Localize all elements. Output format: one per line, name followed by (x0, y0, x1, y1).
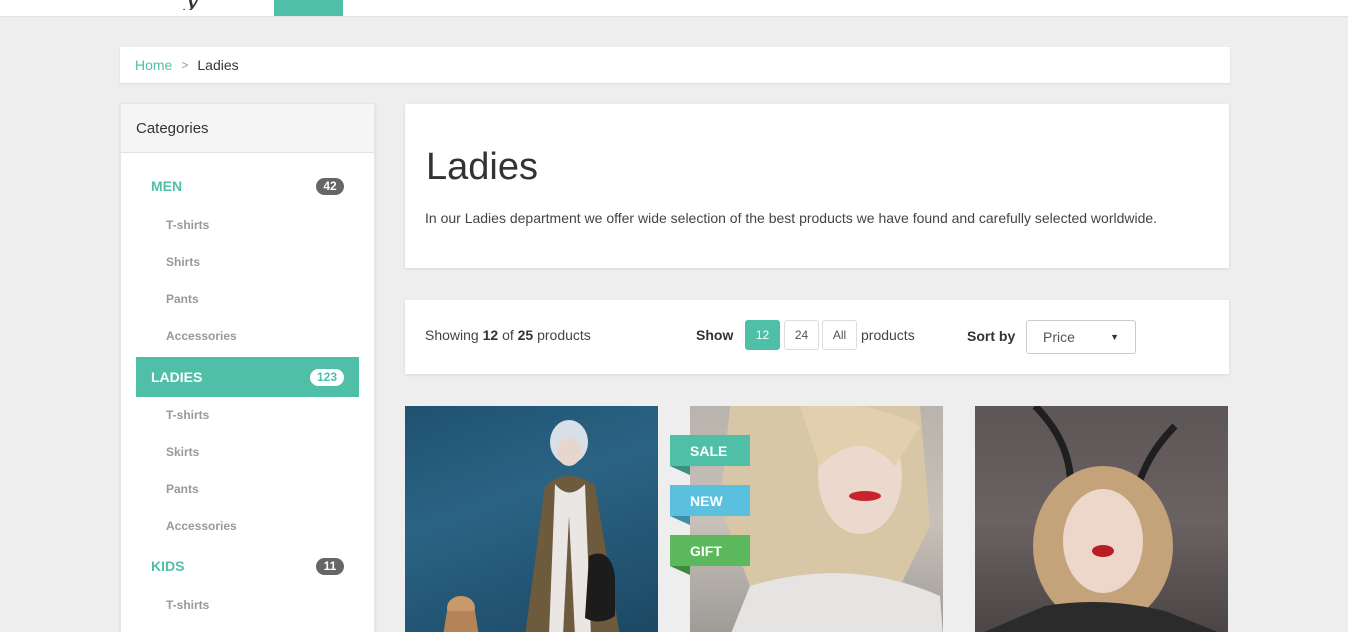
category-label: MEN (151, 178, 183, 194)
breadcrumb: Home > Ladies (120, 47, 1230, 83)
showing-suffix: products (537, 327, 591, 343)
category-description: In our Ladies department we offer wide s… (425, 210, 1158, 226)
products-toolbar: Showing 12 of 25 products Show 12 24 All… (405, 300, 1229, 374)
category-ladies[interactable]: LADIES 123 (136, 357, 359, 397)
category-count-badge: 42 (316, 177, 344, 195)
breadcrumb-separator: > (181, 58, 189, 72)
category-count-badge: 123 (309, 368, 344, 386)
subcategory-ladies-pants[interactable]: Pants (166, 482, 199, 496)
new-ribbon: NEW (670, 485, 750, 525)
page-size-12-button[interactable]: 12 (745, 320, 780, 350)
category-header-box: Ladies In our Ladies department we offer… (405, 104, 1229, 268)
page-size-24-button[interactable]: 24 (784, 320, 819, 350)
products-label: products (861, 327, 915, 343)
page-size-all-button[interactable]: All (822, 320, 857, 350)
product-photo-woman-fur-coat (443, 420, 620, 632)
breadcrumb-home-link[interactable]: Home (135, 57, 172, 73)
showing-prefix: Showing (425, 327, 479, 343)
top-navbar: y (0, 0, 1348, 17)
showing-of: of (502, 327, 514, 343)
product-image[interactable] (975, 406, 1228, 632)
nav-item-active[interactable] (274, 0, 343, 16)
showing-count: 12 (482, 327, 499, 343)
categories-title: Categories (121, 104, 374, 153)
products-count-text: Showing 12 of 25 products (425, 327, 591, 343)
sale-ribbon: SALE (670, 435, 750, 475)
logo[interactable]: y (150, 0, 220, 10)
subcategory-ladies-skirts[interactable]: Skirts (166, 445, 199, 459)
category-men[interactable]: MEN 42 (136, 166, 359, 206)
subcategory-men-tshirts[interactable]: T-shirts (166, 218, 209, 232)
subcategory-kids-tshirts[interactable]: T-shirts (166, 598, 209, 612)
sort-label: Sort by (967, 328, 1016, 344)
show-label: Show (696, 327, 734, 343)
category-count-badge: 11 (316, 557, 344, 575)
sort-select-value: Price (1043, 329, 1075, 345)
category-kids[interactable]: KIDS 11 (136, 546, 359, 586)
subcategory-men-pants[interactable]: Pants (166, 292, 199, 306)
subcategory-ladies-tshirts[interactable]: T-shirts (166, 408, 209, 422)
showing-total: 25 (517, 327, 534, 343)
gift-ribbon: GIFT (670, 535, 750, 575)
chevron-down-icon: ▼ (1110, 332, 1119, 342)
breadcrumb-current: Ladies (197, 57, 239, 73)
categories-panel: Categories MEN 42 T-shirts Shirts Pants … (120, 103, 375, 632)
page-title: Ladies (426, 146, 538, 188)
category-label: KIDS (151, 558, 185, 574)
product-image[interactable] (405, 406, 658, 632)
category-label: LADIES (151, 369, 203, 385)
subcategory-men-accessories[interactable]: Accessories (166, 329, 237, 343)
sort-select[interactable]: Price ▼ (1026, 320, 1136, 354)
product-photo-woman-bunny-ears (984, 406, 1218, 632)
subcategory-ladies-accessories[interactable]: Accessories (166, 519, 237, 533)
subcategory-men-shirts[interactable]: Shirts (166, 255, 200, 269)
